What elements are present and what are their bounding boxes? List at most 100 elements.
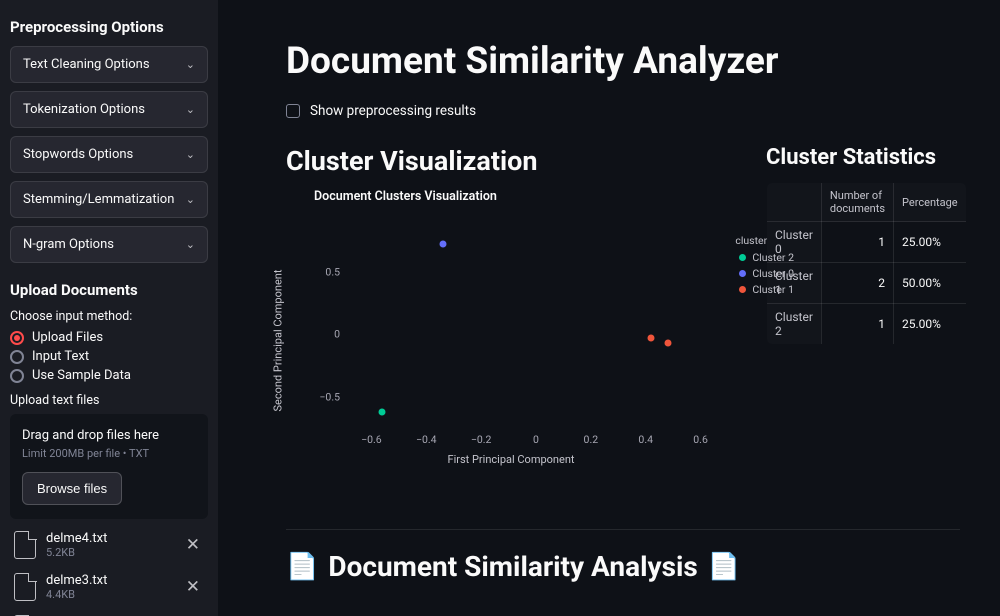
expander-label: Stopwords Options [23, 147, 133, 162]
radio-label: Input Text [32, 349, 89, 364]
checkbox-label: Show preprocessing results [310, 103, 476, 119]
legend-item[interactable]: Cluster 0 [739, 267, 794, 280]
chevron-down-icon: ⌄ [186, 103, 195, 116]
expander-label: Stemming/Lemmatization [23, 192, 174, 207]
legend-label: Cluster 0 [752, 267, 794, 280]
legend-label: Cluster 2 [752, 251, 794, 264]
chart-title: Document Clusters Visualization [286, 189, 736, 204]
main-content: Document Similarity Analyzer Show prepro… [218, 0, 1000, 616]
data-point[interactable] [664, 340, 671, 347]
file-size: 5.2KB [46, 546, 172, 559]
x-tick-label: −0.2 [471, 433, 492, 446]
radio-icon [10, 350, 24, 364]
preprocessing-title: Preprocessing Options [10, 18, 208, 36]
row-count: 1 [821, 222, 893, 263]
table-row: Cluster 2 1 25.00% [767, 304, 967, 345]
dropzone-title: Drag and drop files here [22, 428, 196, 443]
chevron-down-icon: ⌄ [186, 238, 195, 251]
document-icon: 📄 [708, 552, 740, 582]
radio-upload-files[interactable]: Upload Files [10, 330, 208, 345]
cluster-viz-title: Cluster Visualization [286, 145, 736, 177]
y-tick-label: 0.5 [312, 265, 340, 278]
legend-swatch [739, 270, 746, 277]
scatter-chart[interactable]: Document Clusters Visualization Second P… [286, 189, 736, 489]
data-point[interactable] [648, 335, 655, 342]
x-tick-label: 0.2 [584, 433, 599, 446]
uploaded-file-row: delme3.txt 4.4KB ✕ [10, 571, 208, 603]
checkbox-icon [286, 104, 300, 118]
legend-title: cluster [735, 234, 794, 247]
expander-tokenization[interactable]: Tokenization Options ⌄ [10, 91, 208, 128]
show-preprocessing-checkbox[interactable]: Show preprocessing results [286, 103, 960, 119]
expander-ngram[interactable]: N-gram Options ⌄ [10, 226, 208, 263]
cluster-stats-title: Cluster Statistics [766, 145, 967, 170]
table-header [767, 183, 822, 222]
expander-label: Text Cleaning Options [23, 57, 150, 72]
divider [286, 529, 960, 530]
row-count: 2 [821, 263, 893, 304]
legend-item[interactable]: Cluster 1 [739, 283, 794, 296]
file-icon [14, 573, 36, 601]
row-pct: 25.00% [894, 304, 967, 345]
expander-stopwords[interactable]: Stopwords Options ⌄ [10, 136, 208, 173]
radio-label: Upload Files [32, 330, 103, 345]
chevron-down-icon: ⌄ [186, 58, 195, 71]
data-point[interactable] [439, 241, 446, 248]
x-tick-label: −0.6 [361, 433, 382, 446]
upload-files-label: Upload text files [10, 393, 208, 408]
row-count: 1 [821, 304, 893, 345]
x-tick-label: 0.4 [638, 433, 653, 446]
legend-swatch [739, 286, 746, 293]
uploaded-file-row: delme4.txt 5.2KB ✕ [10, 529, 208, 561]
cluster-stats-table: Number of documents Percentage Cluster 0… [766, 182, 967, 345]
sidebar: Preprocessing Options Text Cleaning Opti… [0, 0, 218, 616]
similarity-title-text: Document Similarity Analysis [328, 550, 697, 583]
table-header-row: Number of documents Percentage [767, 183, 967, 222]
x-tick-label: 0 [533, 433, 539, 446]
expander-text-cleaning[interactable]: Text Cleaning Options ⌄ [10, 46, 208, 83]
row-pct: 50.00% [894, 263, 967, 304]
radio-sample-data[interactable]: Use Sample Data [10, 368, 208, 383]
page-title: Document Similarity Analyzer [286, 40, 960, 83]
legend-swatch [739, 254, 746, 261]
expander-label: Tokenization Options [23, 102, 145, 117]
legend-item[interactable]: Cluster 2 [739, 251, 794, 264]
row-pct: 25.00% [894, 222, 967, 263]
radio-input-text[interactable]: Input Text [10, 349, 208, 364]
file-name: delme4.txt [46, 531, 172, 546]
expander-label: N-gram Options [23, 237, 114, 252]
y-axis-label: Second Principal Component [272, 270, 285, 412]
x-tick-label: 0.6 [693, 433, 708, 446]
remove-file-button[interactable]: ✕ [182, 577, 204, 597]
legend-label: Cluster 1 [752, 283, 794, 296]
radio-label: Use Sample Data [32, 368, 131, 383]
row-name: Cluster 2 [767, 304, 822, 345]
dropzone-subtitle: Limit 200MB per file • TXT [22, 447, 196, 460]
data-point[interactable] [379, 408, 386, 415]
radio-icon [10, 331, 24, 345]
y-tick-label: 0 [312, 328, 340, 341]
x-tick-label: −0.4 [416, 433, 437, 446]
y-tick-label: −0.5 [312, 390, 340, 403]
expander-stemming[interactable]: Stemming/Lemmatization ⌄ [10, 181, 208, 218]
file-size: 4.4KB [46, 588, 172, 601]
chart-legend: cluster Cluster 2Cluster 0Cluster 1 [739, 234, 794, 299]
table-header: Percentage [894, 183, 967, 222]
file-icon [14, 531, 36, 559]
file-name: delme3.txt [46, 573, 172, 588]
browse-files-button[interactable]: Browse files [22, 472, 122, 505]
table-row: Cluster 1 2 50.00% [767, 263, 967, 304]
table-row: Cluster 0 1 25.00% [767, 222, 967, 263]
upload-title: Upload Documents [10, 281, 208, 299]
input-method-label: Choose input method: [10, 309, 208, 324]
radio-icon [10, 369, 24, 383]
remove-file-button[interactable]: ✕ [182, 535, 204, 555]
similarity-section-title: 📄 Document Similarity Analysis 📄 [286, 550, 960, 583]
file-dropzone[interactable]: Drag and drop files here Limit 200MB per… [10, 414, 208, 519]
document-icon: 📄 [286, 552, 318, 582]
chevron-down-icon: ⌄ [186, 148, 195, 161]
plot-area: −0.500.5−0.6−0.4−0.200.20.40.6 [344, 222, 728, 428]
x-axis-label: First Principal Component [447, 453, 574, 466]
chevron-down-icon: ⌄ [186, 193, 195, 206]
table-header: Number of documents [821, 183, 893, 222]
